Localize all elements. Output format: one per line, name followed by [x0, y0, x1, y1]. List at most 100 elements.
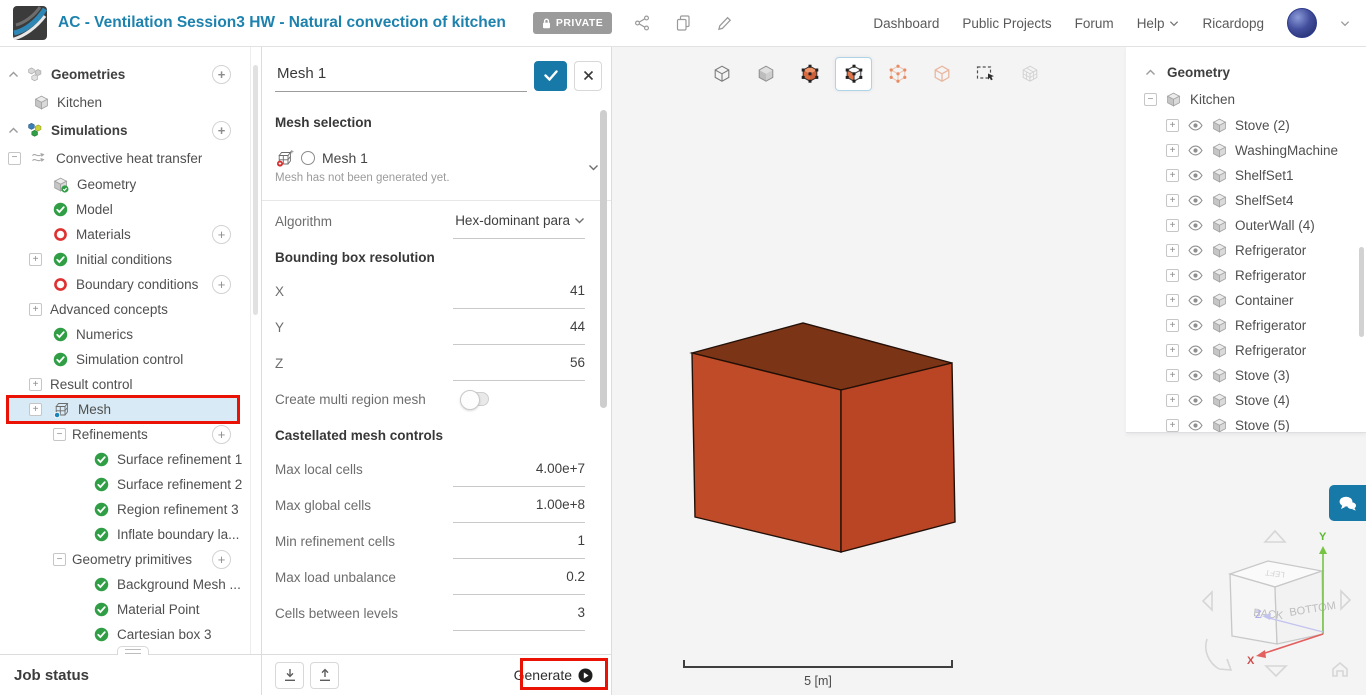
- tree-item-mesh[interactable]: + Mesh: [0, 395, 251, 424]
- tree-item-region-refinement-3[interactable]: Region refinement 3: [0, 497, 251, 522]
- expander-minus[interactable]: −: [8, 151, 21, 165]
- tree-item-materials[interactable]: Materials +: [0, 222, 251, 247]
- geometry-part-refrigerator[interactable]: + Refrigerator: [1126, 238, 1366, 263]
- visibility-eye-icon[interactable]: [1188, 220, 1203, 231]
- tree-item-kitchen[interactable]: Kitchen: [0, 88, 251, 116]
- geometry-part-refrigerator[interactable]: + Refrigerator: [1126, 263, 1366, 288]
- share-icon[interactable]: [631, 12, 653, 34]
- copy-icon[interactable]: [672, 12, 694, 34]
- expander-plus[interactable]: +: [1166, 394, 1179, 407]
- user-menu-chevron-icon[interactable]: [1340, 20, 1350, 27]
- visibility-eye-icon[interactable]: [1188, 270, 1203, 281]
- geometry-part-refrigerator[interactable]: + Refrigerator: [1126, 338, 1366, 363]
- geometry-tree-scrollbar[interactable]: [1359, 247, 1364, 337]
- geometry-part-container[interactable]: + Container: [1126, 288, 1366, 313]
- field-value-input[interactable]: 3: [453, 595, 585, 631]
- tree-item-surface-refinement-1[interactable]: Surface refinement 1: [0, 447, 251, 472]
- expander-plus[interactable]: +: [1166, 319, 1179, 332]
- geometry-part-stove-5-[interactable]: + Stove (5): [1126, 413, 1366, 432]
- nav-help[interactable]: Help: [1137, 16, 1180, 31]
- expander-plus[interactable]: +: [1166, 344, 1179, 357]
- expander-minus[interactable]: −: [53, 553, 66, 566]
- field-value-input[interactable]: 44: [453, 309, 585, 345]
- app-logo-icon[interactable]: [13, 6, 47, 40]
- visibility-eye-icon[interactable]: [1188, 195, 1203, 206]
- geometry-part-stove-2-[interactable]: + Stove (2): [1126, 113, 1366, 138]
- expander-plus[interactable]: +: [29, 303, 42, 316]
- job-status-collapse-handle[interactable]: [117, 646, 149, 655]
- rename-pencil-icon[interactable]: [713, 12, 735, 34]
- toggle-off[interactable]: [460, 390, 489, 410]
- download-settings-button[interactable]: [275, 661, 304, 689]
- tree-item-material-point[interactable]: Material Point: [0, 597, 251, 622]
- close-button[interactable]: [574, 60, 602, 91]
- expander-plus[interactable]: +: [1166, 244, 1179, 257]
- add-button[interactable]: +: [212, 120, 231, 140]
- generate-mesh-button[interactable]: Generate: [506, 661, 601, 689]
- geometry-part-refrigerator[interactable]: + Refrigerator: [1126, 313, 1366, 338]
- tree-item-numerics[interactable]: Numerics: [0, 322, 251, 347]
- tree-item-refinements[interactable]: − Refinements +: [0, 422, 251, 447]
- geometry-part-washingmachine[interactable]: + WashingMachine: [1126, 138, 1366, 163]
- geometry-part-stove-4-[interactable]: + Stove (4): [1126, 388, 1366, 413]
- nav-forum[interactable]: Forum: [1075, 16, 1114, 31]
- nav-username[interactable]: Ricardopg: [1202, 16, 1264, 31]
- field-value-select[interactable]: Hex-dominant para: [453, 203, 585, 239]
- tree-item-convective-heat-transfer[interactable]: − Convective heat transfer: [0, 144, 251, 172]
- geometry-root-kitchen[interactable]: − Kitchen: [1126, 86, 1366, 113]
- tree-item-simulations[interactable]: Simulations +: [0, 116, 251, 144]
- expander-plus[interactable]: +: [1166, 194, 1179, 207]
- expander-plus[interactable]: +: [1166, 144, 1179, 157]
- tree-item-advanced-concepts[interactable]: + Advanced concepts: [0, 297, 251, 322]
- tree-item-background-mesh[interactable]: Background Mesh ...: [0, 572, 251, 597]
- geometry-part-shelfset1[interactable]: + ShelfSet1: [1126, 163, 1366, 188]
- mesh-selection-control[interactable]: Mesh 1 Mesh has not been generated yet.: [275, 138, 598, 194]
- mesh-name-input[interactable]: Mesh 1: [275, 60, 527, 92]
- tree-item-surface-refinement-2[interactable]: Surface refinement 2: [0, 472, 251, 497]
- expander-plus[interactable]: +: [29, 403, 42, 416]
- geometry-part-outerwall-4-[interactable]: + OuterWall (4): [1126, 213, 1366, 238]
- user-avatar[interactable]: [1287, 8, 1317, 38]
- visibility-eye-icon[interactable]: [1188, 370, 1203, 381]
- add-button[interactable]: +: [212, 64, 231, 84]
- job-status-bar[interactable]: Job status: [0, 646, 261, 695]
- mesh-radio[interactable]: [301, 151, 315, 165]
- field-value-input[interactable]: 4.00e+7: [453, 451, 585, 487]
- panel-scrollbar[interactable]: [600, 110, 607, 408]
- tree-item-simulation-control[interactable]: Simulation control: [0, 347, 251, 372]
- nav-dashboard[interactable]: Dashboard: [873, 16, 939, 31]
- expander-plus[interactable]: +: [1166, 369, 1179, 382]
- visibility-eye-icon[interactable]: [1188, 345, 1203, 356]
- dropdown-chevron-icon[interactable]: [588, 164, 599, 171]
- nav-public-projects[interactable]: Public Projects: [962, 16, 1051, 31]
- support-chat-button[interactable]: [1329, 485, 1366, 521]
- visibility-eye-icon[interactable]: [1188, 395, 1203, 406]
- tree-item-cartesian-box-3[interactable]: Cartesian box 3: [0, 622, 251, 647]
- tree-item-boundary-conditions[interactable]: Boundary conditions +: [0, 272, 251, 297]
- visibility-eye-icon[interactable]: [1188, 420, 1203, 431]
- orientation-cube[interactable]: LEFT BACK BOTTOM Y X Z: [1195, 524, 1366, 695]
- expander-plus[interactable]: +: [1166, 419, 1179, 432]
- tree-item-geometry-primitives[interactable]: − Geometry primitives +: [0, 547, 251, 572]
- expander-plus[interactable]: +: [1166, 219, 1179, 232]
- field-value-input[interactable]: 41: [453, 273, 585, 309]
- visibility-eye-icon[interactable]: [1188, 320, 1203, 331]
- expander-plus[interactable]: +: [1166, 294, 1179, 307]
- tree-item-geometry[interactable]: Geometry: [0, 172, 251, 197]
- tree-item-initial-conditions[interactable]: + Initial conditions: [0, 247, 251, 272]
- expander-plus[interactable]: +: [1166, 169, 1179, 182]
- expander-minus[interactable]: −: [53, 428, 66, 441]
- add-button[interactable]: +: [212, 275, 231, 294]
- upload-settings-button[interactable]: [310, 661, 339, 689]
- visibility-eye-icon[interactable]: [1188, 295, 1203, 306]
- sidebar-scrollbar[interactable]: [253, 65, 258, 315]
- visibility-eye-icon[interactable]: [1188, 120, 1203, 131]
- add-button[interactable]: +: [212, 225, 231, 244]
- visibility-eye-icon[interactable]: [1188, 245, 1203, 256]
- expander-plus[interactable]: +: [29, 378, 42, 391]
- visibility-eye-icon[interactable]: [1188, 170, 1203, 181]
- field-value-input[interactable]: 1: [453, 523, 585, 559]
- geometry-tree-header[interactable]: Geometry: [1126, 59, 1366, 86]
- expander-plus[interactable]: +: [1166, 119, 1179, 132]
- visibility-eye-icon[interactable]: [1188, 145, 1203, 156]
